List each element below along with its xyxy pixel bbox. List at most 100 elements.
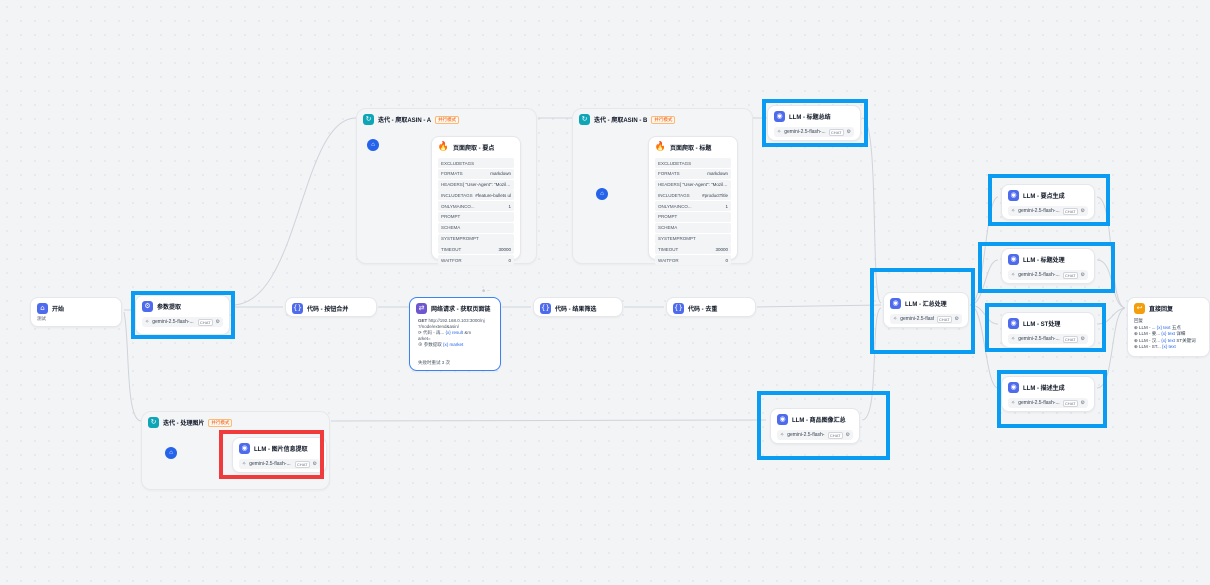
gear-icon[interactable]: ⚙ xyxy=(1081,272,1085,278)
iteration-start-icon: ⌂ xyxy=(596,188,608,200)
field-value: { "User-Agent": "Mozilla... xyxy=(679,182,728,188)
http-var-market: {x} market xyxy=(443,342,464,347)
scrape-field-row: HEADERS{ "User-Agent": "Mozilla... xyxy=(655,179,731,190)
workflow-canvas[interactable]: ⌂ 开始 测试 ⚙ 参数提取 ✧ gemini-2.5-flash-... CHAT ⚙ … xyxy=(0,0,1210,585)
field-value: markdown xyxy=(490,171,511,177)
model-selector[interactable]: ✧gemini-2.5-flash-...CHAT⚙ xyxy=(1008,270,1088,280)
gear-icon[interactable]: ⚙ xyxy=(847,129,851,135)
start-subtitle: 测试 xyxy=(37,316,46,321)
gear-icon[interactable]: ⚙ xyxy=(846,432,850,438)
iteration-a-panel[interactable]: ↻ 迭代 - 爬取ASIN - A 并行模式 ⌂ 🔥 页面爬取 - 要点 EXCLUD… xyxy=(356,108,537,266)
scrape-field-row: PROMPT xyxy=(438,211,514,222)
field-value: 30000 xyxy=(498,246,511,252)
http-url-param: &m xyxy=(464,330,472,335)
start-node[interactable]: ⌂ 开始 测试 xyxy=(30,297,122,327)
llm-title-summary-node[interactable]: ◉ LLM - 标题总结 ✧ gemini-2.5-flash-... CHAT ⚙ xyxy=(767,105,861,141)
reply-text: 详细 xyxy=(1176,331,1186,336)
scrape-title-node[interactable]: 🔥 页面爬取 - 标题 EXCLUDETAGS FORMATS markdown HEA… xyxy=(648,136,738,266)
model-spark-icon: ✧ xyxy=(893,316,898,322)
model-selector[interactable]: ✧gemini-2.5-flash-...CHAT⚙ xyxy=(1008,334,1088,344)
code-dedupe-node[interactable]: {} 代码 - 去重 xyxy=(666,297,756,317)
field-key: SCHEMA xyxy=(658,225,678,231)
gear-icon[interactable]: ⚙ xyxy=(955,316,959,322)
model-spark-icon: ✧ xyxy=(242,461,247,467)
model-spark-icon: ✧ xyxy=(1011,272,1016,278)
llm-aggregate-node[interactable]: ◉LLM - 汇总处理 ✧gemini-2.5-flash-...CHAT⚙ xyxy=(883,292,969,328)
field-value: 0 xyxy=(725,257,728,263)
scrape-field-row: SYSTEMPROMPT xyxy=(655,233,731,244)
gear-icon[interactable]: ⚙ xyxy=(1081,208,1085,214)
llm-description-node[interactable]: ◉ LLM - 描述生成 ✧ gemini-2.5-flash-... CHAT ⚙ xyxy=(1001,376,1095,412)
llm-image-extract-node[interactable]: ◉ LLM - 图片信息提取 ✧ gemini-2.5-flash-... CHAT ⚙ xyxy=(232,437,327,473)
field-value: #productTitle xyxy=(702,192,728,198)
reply-var: {x} text xyxy=(1161,337,1176,343)
parallel-badge: 并行模式 xyxy=(651,115,676,124)
model-selector[interactable]: ✧gemini-2.5-flash-...CHAT⚙ xyxy=(777,430,853,440)
field-key: SCHEMA xyxy=(441,225,461,231)
scrape-field-row: SCHEMA xyxy=(438,222,514,233)
http-method: GET xyxy=(418,318,428,323)
direct-reply-node[interactable]: ↩ 直接回复 回复 ⊕ LLM - ... {x} text 五点 ⊕ LLM -… xyxy=(1127,297,1210,357)
model-selector[interactable]: ✧gemini-2.5-flash-...CHAT⚙ xyxy=(1008,398,1088,408)
scrape-fields: EXCLUDETAGS FORMATS markdown HEADERS{ "User… xyxy=(438,158,514,266)
field-value: 30000 xyxy=(715,246,728,252)
llm-brain-icon: ◉ xyxy=(1008,190,1019,201)
param-extract-node[interactable]: ⚙ 参数提取 ✧ gemini-2.5-flash-... CHAT ⚙ xyxy=(135,295,230,335)
scrape-field-row: SYSTEMPROMPT xyxy=(438,233,514,244)
http-request-icon: ⇄ xyxy=(416,303,427,314)
code-merge-node[interactable]: {} 代码 - 按钮合并 xyxy=(285,297,377,317)
model-spark-icon: ✧ xyxy=(1011,336,1016,342)
scrape-field-row: ONLYMAINCO... 1 xyxy=(655,201,731,212)
http-request-node[interactable]: ⇄ 网络请求 - 获取页面链 GET http://192.168.0.103:3… xyxy=(409,297,501,371)
reply-text: ST关键词 xyxy=(1176,337,1196,343)
llm-title-process-node[interactable]: ◉ LLM - 标题处理 ✧ gemini-2.5-flash-... CHAT ⚙ xyxy=(1001,248,1095,284)
parallel-badge: 并行模式 xyxy=(435,115,460,124)
code-icon: {} xyxy=(673,303,684,314)
scrape-field-row: HEADERS{ "User-Agent": "Mozilla... xyxy=(438,179,514,190)
scrape-field-row: TIMEOUT 30000 xyxy=(438,244,514,255)
scrape-field-row: WAITFOR 0 xyxy=(655,255,731,266)
connection-lines xyxy=(123,117,1126,453)
flame-scrape-icon: 🔥 xyxy=(437,142,450,152)
llm-st-node[interactable]: ◉ LLM - ST处理 ✧ gemini-2.5-flash-... CHAT ⚙ xyxy=(1001,312,1095,348)
field-key: EXCLUDETAGS xyxy=(658,160,692,166)
field-key: WAITFOR xyxy=(441,257,462,263)
llm-brain-icon: ◉ xyxy=(890,298,901,309)
model-selector[interactable]: ✧gemini-2.5-flash-...CHAT⚙ xyxy=(890,314,962,324)
field-key: ONLYMAINCO... xyxy=(441,203,475,209)
gear-icon[interactable]: ⚙ xyxy=(1081,336,1085,342)
home-start-icon: ⌂ xyxy=(37,303,48,314)
code-filter-node[interactable]: {} 代码 - 结果筛选 xyxy=(533,297,623,317)
scrape-field-row: FORMATS markdown xyxy=(438,168,514,179)
llm-image-summary-node[interactable]: ◉ LLM - 商品图像汇总 ✧ gemini-2.5-flash-... CHAT ⚙ xyxy=(770,408,860,444)
model-selector[interactable]: ✧gemini-2.5-flash-...CHAT⚙ xyxy=(142,317,223,327)
model-selector[interactable]: ✧gemini-2.5-flash-...CHAT⚙ xyxy=(239,459,320,469)
field-value: { "User-Agent": "Mozilla... xyxy=(462,182,511,188)
iteration-b-panel[interactable]: ↻ 迭代 - 爬取ASIN - B 并行模式 ⌂ 🔥 页面爬取 - 标题 EXCLUD… xyxy=(572,108,753,266)
scrape-field-row: FORMATS markdown xyxy=(655,168,731,179)
reply-var: {x} text xyxy=(1156,324,1171,330)
model-selector[interactable]: ✧gemini-2.5-flash-...CHAT⚙ xyxy=(774,127,854,137)
llm-points-node[interactable]: ◉ LLM - 要点生成 ✧ gemini-2.5-flash-... CHAT ⚙ xyxy=(1001,184,1095,220)
field-key: SYSTEMPROMPT xyxy=(441,236,479,242)
node-controls[interactable]: ⊕ ⋯ xyxy=(482,288,490,293)
field-key: INCLUDETAGS xyxy=(441,192,473,198)
code-icon: {} xyxy=(292,303,303,314)
gear-icon[interactable]: ⚙ xyxy=(1081,400,1085,406)
field-key: FORMATS xyxy=(658,171,680,177)
model-spark-icon: ✧ xyxy=(780,432,785,438)
field-key: PROMPT xyxy=(658,214,678,220)
model-selector[interactable]: ✧gemini-2.5-flash-...CHAT⚙ xyxy=(1008,206,1088,216)
scrape-field-row: PROMPT xyxy=(655,211,731,222)
retry-note: 失败时重试 3 次 xyxy=(418,360,451,365)
iteration-image-panel[interactable]: ↻ 迭代 - 处理图片 并行模式 ⌂ ◉ LLM - 图片信息提取 ✧ gemini-2… xyxy=(141,411,330,490)
field-key: PROMPT xyxy=(441,214,461,220)
scrape-field-row: EXCLUDETAGS xyxy=(655,158,731,168)
iteration-start-icon: ⌂ xyxy=(367,139,379,151)
field-key: HEADERS xyxy=(658,182,680,188)
gear-icon[interactable]: ⚙ xyxy=(216,319,220,325)
parallel-badge: 并行模式 xyxy=(208,418,233,427)
scrape-field-row: ONLYMAINCO... 1 xyxy=(438,201,514,212)
gear-icon[interactable]: ⚙ xyxy=(313,461,317,467)
scrape-points-node[interactable]: 🔥 页面爬取 - 要点 EXCLUDETAGS FORMATS markdown HEA… xyxy=(431,136,521,266)
